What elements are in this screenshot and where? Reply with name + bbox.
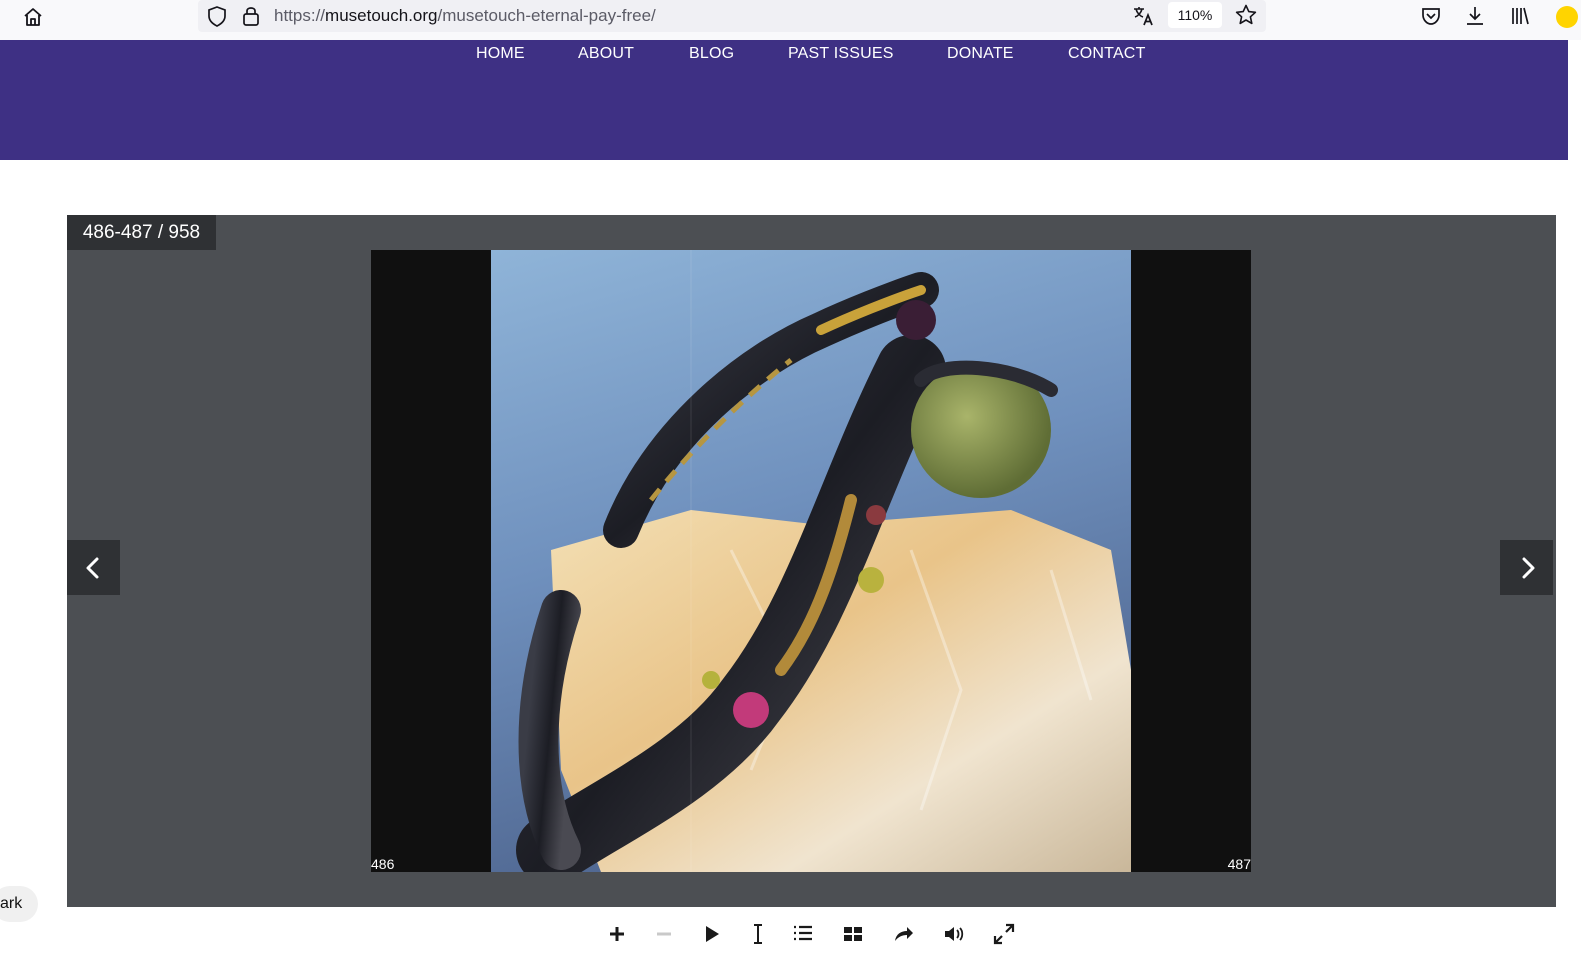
zoom-out-icon[interactable] — [649, 920, 679, 948]
play-icon[interactable] — [696, 920, 726, 948]
dark-mode-toggle[interactable]: ark — [0, 886, 38, 922]
zoom-in-icon[interactable] — [602, 920, 632, 948]
nav-contact[interactable]: CONTACT — [1068, 45, 1146, 63]
text-select-icon[interactable] — [743, 920, 773, 948]
right-page-number: 487 — [1227, 856, 1251, 872]
library-icon[interactable] — [1508, 4, 1532, 33]
page-edge — [1568, 40, 1581, 957]
sound-icon[interactable] — [939, 920, 969, 948]
home-icon[interactable] — [20, 4, 46, 30]
nav-about[interactable]: ABOUT — [578, 45, 634, 63]
nav-donate[interactable]: DONATE — [947, 45, 1014, 63]
shield-icon[interactable] — [206, 5, 228, 32]
translate-icon[interactable] — [1132, 4, 1156, 33]
chevron-left-icon — [86, 557, 99, 579]
bookmark-star-icon[interactable] — [1234, 3, 1258, 32]
lock-icon[interactable] — [240, 4, 262, 33]
fullscreen-icon[interactable] — [989, 920, 1019, 948]
zoom-level[interactable]: 110% — [1168, 2, 1222, 28]
page-gutter — [690, 250, 692, 872]
nav-blog[interactable]: BLOG — [689, 45, 734, 63]
bracelet-photo — [491, 250, 1131, 872]
left-page-number: 486 — [371, 856, 395, 872]
next-page-button[interactable] — [1500, 540, 1553, 595]
site-navigation: HOME ABOUT BLOG PAST ISSUES DONATE CONTA… — [0, 40, 1568, 160]
thumbnails-icon[interactable] — [838, 920, 868, 948]
table-of-contents-icon[interactable] — [788, 920, 818, 948]
address-bar[interactable]: https://musetouch.org/musetouch-eternal-… — [198, 0, 1266, 32]
download-icon[interactable] — [1463, 4, 1487, 33]
previous-page-button[interactable] — [67, 540, 120, 595]
browser-toolbar: https://musetouch.org/musetouch-eternal-… — [0, 0, 1581, 40]
chevron-right-icon — [1522, 557, 1535, 579]
extension-icon[interactable] — [1556, 6, 1578, 28]
pocket-icon[interactable] — [1419, 4, 1443, 33]
page-counter: 486-487 / 958 — [67, 215, 216, 250]
url-text[interactable]: https://musetouch.org/musetouch-eternal-… — [274, 6, 656, 26]
share-icon[interactable] — [888, 920, 918, 948]
flipbook-viewer: 486-487 / 958 486 487 — [67, 215, 1556, 907]
nav-home[interactable]: HOME — [476, 45, 525, 63]
page-spread[interactable]: 486 487 — [371, 250, 1251, 872]
nav-past-issues[interactable]: PAST ISSUES — [788, 45, 894, 63]
